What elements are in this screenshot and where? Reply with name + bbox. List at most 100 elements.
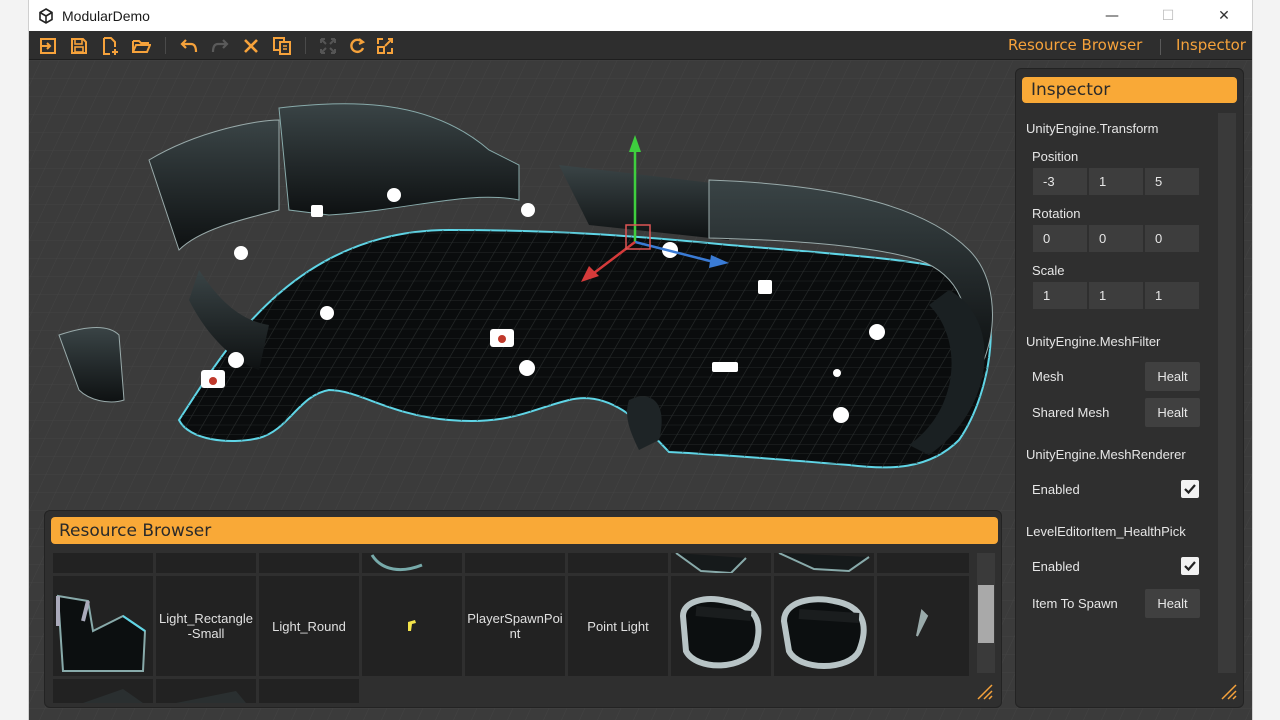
mesh-thumbnail [83, 689, 143, 703]
toolbar-link-separator [1160, 39, 1161, 55]
resize-grip-icon[interactable] [974, 681, 994, 701]
mesh-thumbnail [176, 691, 246, 703]
mesh-thumbnail [780, 596, 867, 669]
duplicate-button[interactable] [271, 35, 293, 57]
rotate-icon [350, 38, 366, 54]
mesh-thumbnail [916, 608, 929, 637]
resource-tile-mesh[interactable] [774, 576, 874, 676]
unity-logo-icon [39, 7, 53, 24]
resource-tile-partial[interactable] [53, 553, 153, 573]
undo-icon [180, 39, 198, 53]
meshrenderer-section-title: UnityEngine.MeshRenderer [1026, 447, 1186, 462]
rotation-y-field[interactable]: 0 [1089, 225, 1143, 252]
resource-tile-partial[interactable] [259, 679, 359, 703]
title-bar: ModularDemo — ☐ ✕ [29, 0, 1252, 31]
resource-tile-mesh[interactable] [877, 576, 969, 676]
mesh-thumbnail [370, 554, 423, 572]
resource-tile-partial[interactable] [671, 553, 771, 573]
position-label: Position [1032, 149, 1079, 164]
checkmark-icon [1184, 561, 1196, 572]
resource-tile-player-spawn-point[interactable]: PlayerSpawnPoi nt [465, 576, 565, 676]
rotate-tool-button[interactable] [346, 35, 368, 57]
resource-tile-label: Light_Round [272, 618, 346, 634]
resource-tile-partial[interactable] [877, 553, 969, 573]
scale-icon [377, 38, 393, 54]
renderer-enabled-checkbox[interactable] [1181, 480, 1199, 498]
save-icon [71, 38, 87, 54]
open-folder-button[interactable] [130, 35, 152, 57]
position-z-field[interactable]: 5 [1145, 168, 1199, 195]
close-button[interactable]: ✕ [1196, 0, 1252, 31]
maximize-button[interactable]: ☐ [1140, 0, 1196, 31]
pistol-icon [408, 620, 416, 631]
exit-button[interactable] [37, 35, 59, 57]
renderer-enabled-label: Enabled [1032, 482, 1080, 497]
checkmark-icon [1184, 484, 1196, 495]
resource-tile-pistol[interactable] [362, 576, 462, 676]
scale-z-field[interactable]: 1 [1145, 282, 1199, 309]
resource-tile-partial[interactable] [156, 679, 256, 703]
resource-browser-header: Resource Browser [51, 517, 998, 544]
delete-button[interactable] [240, 35, 262, 57]
duplicate-icon [273, 37, 291, 55]
app-window: ModularDemo — ☐ ✕ Resource Browser Inspe… [29, 0, 1252, 720]
rotation-x-field[interactable]: 0 [1033, 225, 1087, 252]
mesh-label: Mesh [1032, 369, 1064, 384]
inspector-panel: Inspector UnityEngine.Transform Position… [1015, 68, 1244, 708]
undo-button[interactable] [178, 35, 200, 57]
resource-browser-scroll-thumb[interactable] [978, 585, 994, 643]
move-tool-button[interactable] [317, 35, 339, 57]
resource-tile-partial[interactable] [568, 553, 668, 573]
transform-section-title: UnityEngine.Transform [1026, 121, 1159, 136]
resource-tile-point-light[interactable]: Point Light [568, 576, 668, 676]
position-y-field[interactable]: 1 [1089, 168, 1143, 195]
exit-icon [40, 38, 56, 54]
resource-tile-mesh[interactable] [53, 576, 153, 676]
toolbar: Resource Browser Inspector [29, 31, 1252, 60]
resource-tile-partial[interactable] [156, 553, 256, 573]
resize-grip-icon[interactable] [1218, 681, 1238, 701]
window-controls: — ☐ ✕ [1084, 0, 1252, 31]
shared-mesh-field[interactable]: Healt [1145, 398, 1200, 427]
save-button[interactable] [68, 35, 90, 57]
resource-tile-partial[interactable] [362, 553, 462, 573]
scale-tool-button[interactable] [374, 35, 396, 57]
inspector-header: Inspector [1022, 77, 1237, 103]
resource-browser-link[interactable]: Resource Browser [1008, 36, 1142, 54]
leveleditor-section-title: LevelEditorItem_HealthPick [1026, 524, 1186, 539]
desktop-left-edge [0, 0, 29, 720]
desktop-right-edge [1252, 0, 1280, 720]
delete-icon [244, 39, 258, 53]
item-to-spawn-field[interactable]: Healt [1145, 589, 1200, 618]
redo-icon [211, 39, 229, 53]
scale-y-field[interactable]: 1 [1089, 282, 1143, 309]
inspector-scrollbar[interactable] [1218, 113, 1236, 673]
resource-tile-mesh[interactable] [671, 576, 771, 676]
scale-x-field[interactable]: 1 [1033, 282, 1087, 309]
move-icon [320, 38, 336, 54]
mesh-field[interactable]: Healt [1145, 362, 1200, 391]
position-x-field[interactable]: -3 [1033, 168, 1087, 195]
resource-tile-partial[interactable] [774, 553, 874, 573]
mesh-thumbnail [675, 553, 747, 573]
rotation-label: Rotation [1032, 206, 1081, 221]
resource-tile-label: PlayerSpawnPoi nt [467, 611, 563, 641]
resource-tile-label: Point Light [587, 618, 649, 634]
open-folder-icon [132, 40, 151, 53]
redo-button[interactable] [209, 35, 231, 57]
shared-mesh-label: Shared Mesh [1032, 405, 1110, 420]
rotation-z-field[interactable]: 0 [1145, 225, 1199, 252]
item-enabled-checkbox[interactable] [1181, 557, 1199, 575]
mesh-thumbnail [56, 594, 147, 672]
mesh-thumbnail [778, 553, 870, 573]
inspector-link[interactable]: Inspector [1176, 36, 1246, 54]
new-file-button[interactable] [99, 35, 121, 57]
resource-tile-light-round[interactable]: Light_Round [259, 576, 359, 676]
resource-tile-partial[interactable] [53, 679, 153, 703]
resource-tile-partial[interactable] [465, 553, 565, 573]
resource-tile-light-rectangle-small[interactable]: Light_Rectangle -Small [156, 576, 256, 676]
resource-browser-panel: Resource Browser Light_Rectangle -Small … [44, 510, 1002, 708]
minimize-button[interactable]: — [1084, 0, 1140, 31]
resource-tile-partial[interactable] [259, 553, 359, 573]
mesh-thumbnail [679, 596, 762, 669]
